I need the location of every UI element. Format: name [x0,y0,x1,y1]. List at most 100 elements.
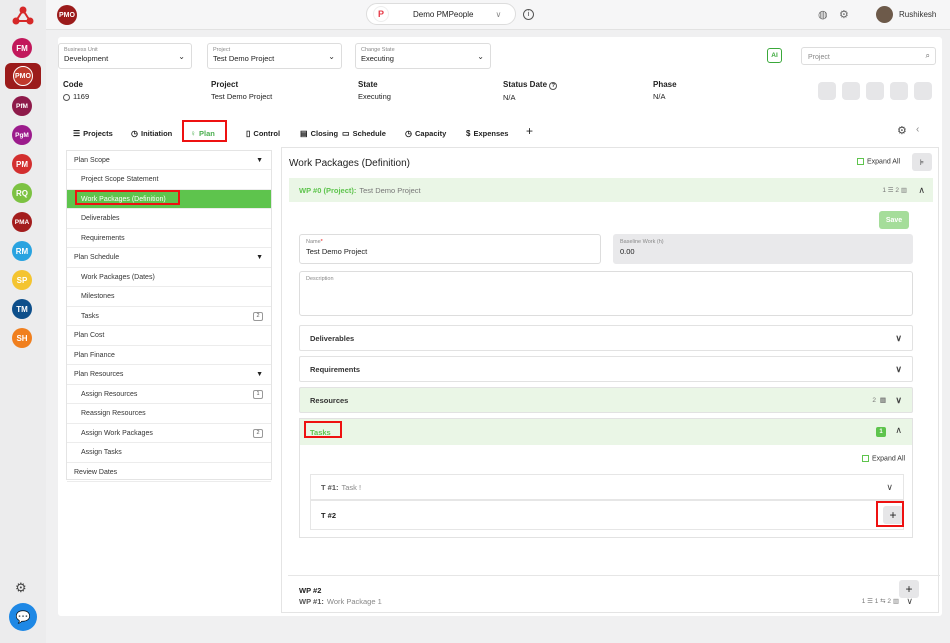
tab-initiation-label: Initiation [140,128,173,138]
caret-down-icon[interactable]: ▼ [256,371,263,378]
user-name[interactable]: Rushikesh [899,10,936,19]
chevron-up-icon[interactable]: ∧ [918,185,925,196]
tree-item-project-scope-statement[interactable]: Project Scope Statement [67,171,271,190]
tab-schedule[interactable]: ▭ Schedule [342,124,386,142]
caret-down-icon[interactable]: ▼ [256,254,263,261]
deliverables-section[interactable]: Deliverables ∨ [299,325,913,351]
rail-item-fm[interactable]: FM [12,38,32,58]
rail-item-rm[interactable]: RM [12,241,32,261]
tree-item-requirements[interactable]: Requirements [67,229,271,248]
comment-icon[interactable] [818,82,836,100]
project-search-input[interactable]: Project ⌕ [801,47,936,65]
chart-icon[interactable] [890,82,908,100]
closing-icon: ▤ [300,128,308,138]
globe-icon[interactable]: ◍ [818,8,828,21]
tab-control[interactable]: ▯ Control [246,124,280,142]
app-selector[interactable]: P Demo PMPeople ∨ [366,3,516,25]
requirements-label: Requirements [310,364,361,374]
save-button[interactable]: Save [879,211,909,229]
rail-item-sh[interactable]: SH [12,328,32,348]
tree-item-plan-schedule[interactable]: Plan Schedule ▼ [67,249,271,268]
tree-item-milestones[interactable]: Milestones [67,288,271,307]
project-select[interactable]: Project Test Demo Project ⌄ [207,43,342,69]
requirements-section[interactable]: Requirements ∨ [299,356,913,382]
user-settings-icon[interactable]: ⚙ [15,580,31,596]
rail-item-pma[interactable]: PMA [12,212,32,232]
archive-icon[interactable] [914,82,932,100]
tasks-header[interactable]: Tasks 1 ∧ [300,419,912,445]
help-icon[interactable]: ? [549,82,558,90]
chevron-down-icon: ⌄ [178,52,185,61]
info-state: State Executing [358,80,391,101]
avatar[interactable] [876,6,893,23]
tab-projects[interactable]: ☰ Projects [73,124,113,142]
rail-item-pmo-label: PMO [13,66,33,86]
baseline-work-label: Baseline Work (h) [620,239,664,245]
chat-icon[interactable]: 💬 [9,603,37,631]
tree-item-assign-resources[interactable]: Assign Resources 1 [67,385,271,404]
tree-item-assign-work-packages[interactable]: Assign Work Packages 2 [67,424,271,443]
rail-item-pm[interactable]: PM [12,154,32,174]
tab-capacity-label: Capacity [414,128,447,138]
chevron-down-icon: ∨ [886,481,893,492]
tree-item-plan-cost[interactable]: Plan Cost [67,327,271,346]
baseline-work-field: Baseline Work (h) 0.00 [613,234,913,264]
expand-all-checkbox[interactable]: Expand All [857,158,900,165]
tab-initiation[interactable]: ◷ Initiation [131,124,172,142]
checkbox-icon [857,158,864,165]
radio-icon [63,93,70,101]
folder-icon[interactable] [842,82,860,100]
tasks-expand-all-checkbox[interactable]: Expand All [862,455,905,462]
add-wp-button[interactable]: + [899,580,919,598]
tree-item-label: Plan Finance [74,351,115,359]
rail-item-pgm[interactable]: PgM [12,125,32,145]
work-packages-panel: Work Packages (Definition) Expand All ⊧ … [281,147,939,613]
tree-item-tasks[interactable]: Tasks 2 [67,307,271,326]
task-2-row[interactable]: T #2 [310,500,904,530]
tree-item-assign-tasks[interactable]: Assign Tasks [67,444,271,463]
resources-section[interactable]: Resources 2 ▥ ∨ [299,387,913,413]
collapse-chevron-icon[interactable]: ‹ [916,124,919,135]
description-field[interactable]: Description [299,271,913,316]
app-logo-icon[interactable] [12,6,34,26]
main-card: Business Unit Development ⌄ Project Test… [58,37,942,616]
tree-item-deliverables[interactable]: Deliverables [67,210,271,229]
tab-expenses[interactable]: $ Expenses [466,124,508,142]
tab-closing[interactable]: ▤ Closing [300,124,338,142]
tree-item-plan-resources[interactable]: Plan Resources ▼ [67,366,271,385]
caret-down-icon[interactable]: ▼ [256,157,263,164]
gear-icon[interactable]: ⚙ [839,8,849,21]
tree-item-reassign-resources[interactable]: Reassign Resources [67,405,271,424]
list-icon[interactable] [866,82,884,100]
rail-item-sp[interactable]: SP [12,270,32,290]
highlight-plan-tab [182,120,227,142]
count-badge: 2 [253,428,263,438]
change-state-select[interactable]: Change State Executing ⌄ [355,43,491,69]
business-unit-select[interactable]: Business Unit Development ⌄ [58,43,192,69]
resources-label: Resources [310,395,349,405]
tree-item-label: Assign Work Packages [81,429,153,437]
state-label: State [358,80,378,89]
highlight-work-packages [75,190,180,205]
ai-icon[interactable]: AI [767,48,782,63]
tab-capacity[interactable]: ◷ Capacity [405,124,446,142]
resources-count: 2 [872,396,876,404]
rail-item-rq[interactable]: RQ [12,183,32,203]
wp0-header[interactable]: WP #0 (Project): Test Demo Project 1 ☰ 2… [289,178,933,202]
tree-view-icon[interactable]: ⊧ [912,153,932,171]
rail-item-tm[interactable]: TM [12,299,32,319]
tree-item-plan-finance[interactable]: Plan Finance [67,346,271,365]
rail-item-pmo[interactable]: PMO [5,63,41,89]
rail-item-pfm[interactable]: PfM [12,96,32,116]
add-tab-icon[interactable]: + [526,124,533,138]
business-unit-label: Business Unit [64,47,98,53]
chevron-up-icon: ∧ [895,425,902,435]
settings-gear-icon[interactable]: ⚙ [897,124,907,137]
tree-item-plan-scope[interactable]: Plan Scope ▼ [67,151,271,170]
tree-item-review-dates[interactable]: Review Dates [67,463,271,482]
tree-item-work-packages-dates[interactable]: Work Packages (Dates) [67,268,271,287]
info-icon[interactable]: i [523,9,534,20]
task-1-row[interactable]: T #1: Task ! ∨ [310,474,904,500]
name-field[interactable]: Name* Test Demo Project [299,234,601,264]
pmo-logo[interactable]: PMO [57,5,77,25]
